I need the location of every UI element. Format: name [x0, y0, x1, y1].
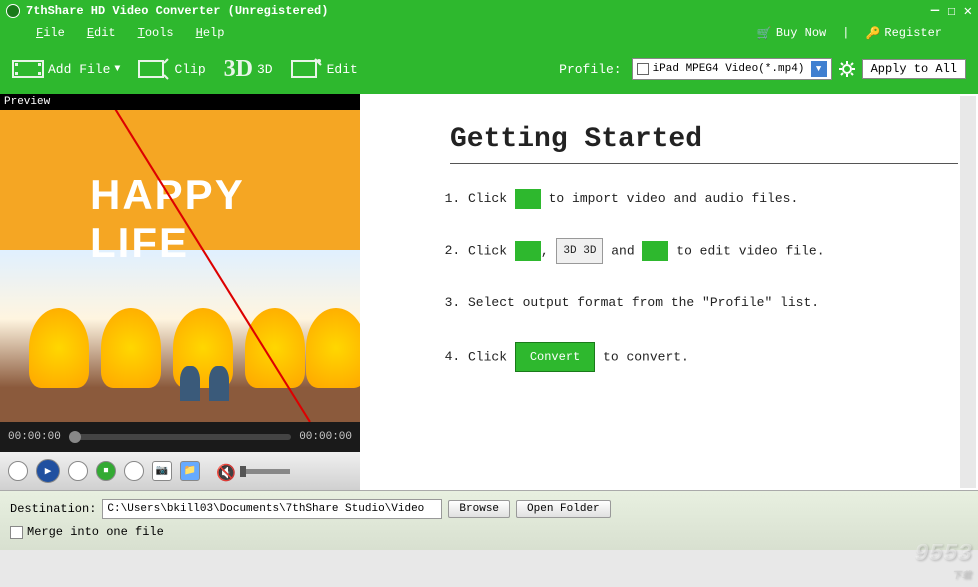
- next-button[interactable]: ⏭: [68, 461, 88, 481]
- clip-icon: [138, 57, 170, 81]
- progress-thumb[interactable]: [69, 431, 81, 443]
- minimize-button[interactable]: —: [931, 3, 939, 19]
- preview-image: HAPPY LIFE: [0, 110, 360, 422]
- step-1: Click to import video and audio files.: [468, 188, 958, 210]
- app-icon: [6, 4, 20, 18]
- open-folder-button[interactable]: Open Folder: [516, 500, 611, 518]
- step-2: Click , 3D 3D and to edit video file.: [468, 238, 958, 264]
- window-title: 7thShare HD Video Converter (Unregistere…: [26, 4, 328, 18]
- step-4: Click Convert to convert.: [468, 342, 958, 372]
- clip-button[interactable]: Clip: [138, 57, 205, 81]
- 3d-inline-button: 3D 3D: [556, 238, 603, 264]
- merge-checkbox[interactable]: [10, 526, 23, 539]
- apply-to-all-button[interactable]: Apply to All: [862, 59, 966, 79]
- folder-button[interactable]: 📁: [180, 461, 200, 481]
- close-button[interactable]: ✕: [964, 3, 972, 20]
- toolbar: Add File ▼ Clip 3D 3D Edit Profile: iPad…: [0, 44, 978, 94]
- separator: |: [842, 26, 849, 40]
- destination-input[interactable]: [102, 499, 442, 519]
- preview-label: Preview: [0, 94, 360, 110]
- edit-icon: [291, 57, 323, 81]
- volume-thumb[interactable]: [240, 466, 246, 477]
- buy-now-link[interactable]: 🛒 Buy Now: [757, 26, 826, 41]
- add-file-label: Add File: [48, 62, 110, 77]
- clip-label: Clip: [174, 62, 205, 77]
- 3d-label: 3D: [257, 62, 273, 77]
- preview-panel: Preview HAPPY LIFE 00:00:00 00:00:00 ⏮ ▶…: [0, 94, 360, 490]
- snapshot-button[interactable]: 📷: [152, 461, 172, 481]
- getting-started-title: Getting Started: [450, 124, 958, 155]
- bottom-bar: Destination: Browse Open Folder Merge in…: [0, 490, 978, 550]
- destination-label: Destination:: [10, 502, 96, 516]
- browse-button[interactable]: Browse: [448, 500, 510, 518]
- edit-icon: [642, 241, 668, 261]
- time-bar: 00:00:00 00:00:00: [0, 422, 360, 452]
- edit-label: Edit: [327, 62, 358, 77]
- merge-label: Merge into one file: [27, 525, 164, 539]
- main-panel: Getting Started Click to import video an…: [360, 94, 978, 490]
- play-button[interactable]: ▶: [36, 459, 60, 483]
- steps-list: Click to import video and audio files. C…: [468, 188, 958, 372]
- profile-dropdown[interactable]: iPad MPEG4 Video(*.mp4) ▼: [632, 58, 832, 80]
- menu-file[interactable]: File: [36, 26, 65, 40]
- buy-now-label: Buy Now: [776, 26, 826, 40]
- volume-slider[interactable]: [240, 469, 290, 474]
- menubar: File Edit Tools Help 🛒 Buy Now | 🔑 Regis…: [0, 22, 978, 44]
- progress-bar[interactable]: [69, 434, 291, 440]
- menu-tools[interactable]: Tools: [138, 26, 174, 40]
- profile-value: iPad MPEG4 Video(*.mp4): [653, 63, 805, 75]
- step-3: Select output format from the "Profile" …: [468, 292, 958, 314]
- device-icon: [637, 63, 649, 75]
- window-controls: — ☐ ✕: [931, 3, 972, 20]
- edit-button[interactable]: Edit: [291, 57, 358, 81]
- prev-button[interactable]: ⏮: [8, 461, 28, 481]
- profile-label: Profile:: [559, 62, 621, 77]
- key-icon: 🔑: [865, 26, 880, 41]
- menu-help[interactable]: Help: [196, 26, 225, 40]
- content-area: Preview HAPPY LIFE 00:00:00 00:00:00 ⏮ ▶…: [0, 94, 978, 490]
- convert-inline-button: Convert: [515, 342, 595, 372]
- play-controls: ⏮ ▶ ⏭ ⏹ ⏵ 📷 📁 🔇: [0, 452, 360, 490]
- step-button[interactable]: ⏵: [124, 461, 144, 481]
- add-file-button[interactable]: Add File ▼: [12, 57, 120, 81]
- scrollbar[interactable]: [960, 96, 976, 488]
- settings-gear-icon[interactable]: [838, 60, 856, 78]
- title-underline: [450, 163, 958, 164]
- dropdown-arrow-icon: ▼: [114, 64, 120, 75]
- cart-icon: 🛒: [757, 26, 772, 41]
- watermark: 9553下载: [914, 539, 972, 581]
- film-icon: [12, 57, 44, 81]
- titlebar: 7thShare HD Video Converter (Unregistere…: [0, 0, 978, 22]
- preview-overlay-text: HAPPY LIFE: [90, 171, 270, 267]
- 3d-icon: 3D: [224, 56, 253, 83]
- 3d-button[interactable]: 3D 3D: [224, 56, 273, 83]
- stop-button[interactable]: ⏹: [96, 461, 116, 481]
- maximize-button[interactable]: ☐: [947, 3, 955, 20]
- time-total: 00:00:00: [299, 431, 352, 443]
- register-link[interactable]: 🔑 Register: [865, 26, 942, 41]
- mute-icon[interactable]: 🔇: [216, 463, 232, 479]
- clip-icon: [515, 241, 541, 261]
- menu-edit[interactable]: Edit: [87, 26, 116, 40]
- time-current: 00:00:00: [8, 431, 61, 443]
- chevron-down-icon: ▼: [811, 61, 827, 77]
- film-icon: [515, 189, 541, 209]
- register-label: Register: [884, 26, 942, 40]
